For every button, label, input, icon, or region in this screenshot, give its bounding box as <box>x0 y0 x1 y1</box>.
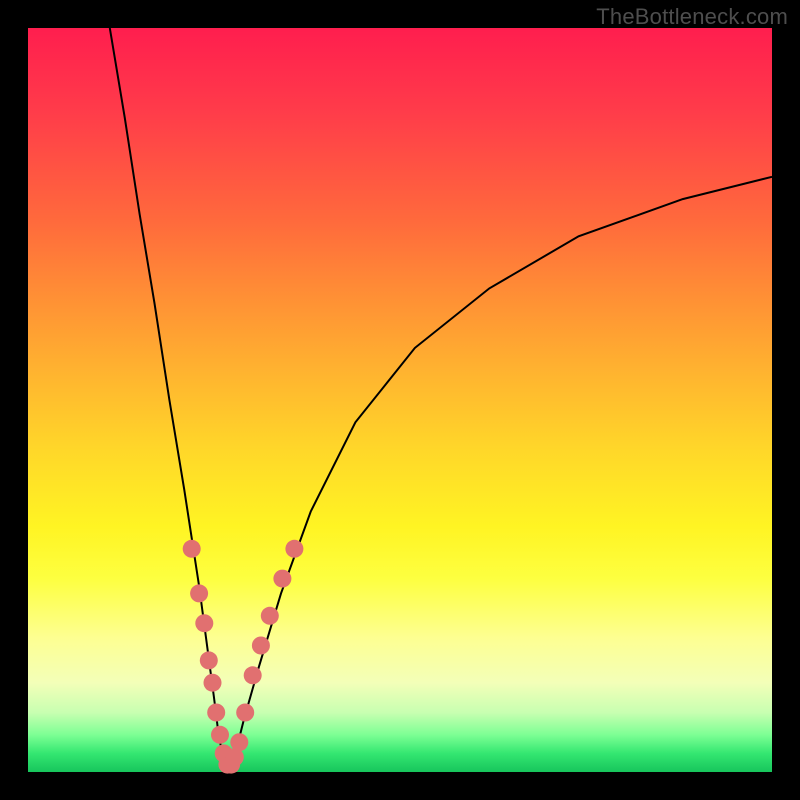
outer-frame: TheBottleneck.com <box>0 0 800 800</box>
scatter-dots <box>183 540 304 774</box>
scatter-dot <box>183 540 201 558</box>
curve-right <box>229 177 772 772</box>
scatter-dot <box>236 704 254 722</box>
scatter-dot <box>252 637 270 655</box>
scatter-dot <box>200 651 218 669</box>
scatter-dot <box>285 540 303 558</box>
chart-svg <box>28 28 772 772</box>
plot-area <box>28 28 772 772</box>
scatter-dot <box>273 570 291 588</box>
scatter-dot <box>195 614 213 632</box>
scatter-dot <box>211 726 229 744</box>
scatter-dot <box>230 733 248 751</box>
scatter-dot <box>207 704 225 722</box>
scatter-dot <box>190 584 208 602</box>
scatter-dot <box>244 666 262 684</box>
watermark-text: TheBottleneck.com <box>596 4 788 30</box>
scatter-dot <box>261 607 279 625</box>
scatter-dot <box>204 674 222 692</box>
